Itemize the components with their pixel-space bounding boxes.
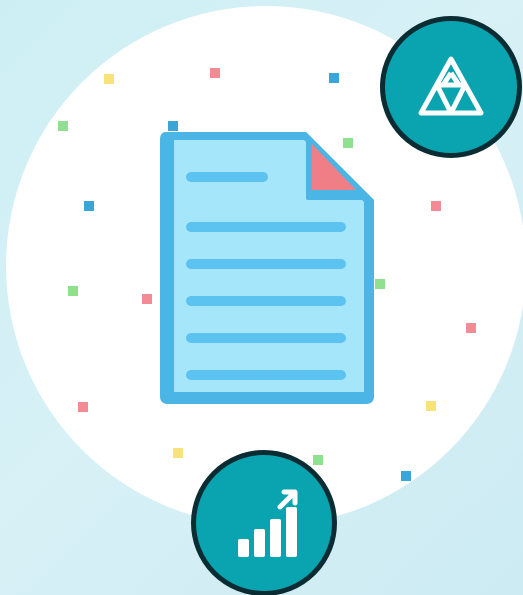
confetti-square [375,279,385,289]
triangle-icon [418,56,484,116]
illustration-stage [0,0,523,595]
triangle-badge [380,16,522,158]
document-icon [158,130,376,406]
confetti-square [431,201,441,211]
confetti-square [78,402,88,412]
confetti-square [84,201,94,211]
growth-badge [191,450,337,595]
confetti-square [426,401,436,411]
confetti-square [68,286,78,296]
confetti-square [401,471,411,481]
growth-chart-icon [238,489,298,557]
confetti-square [173,448,183,458]
confetti-square [142,294,152,304]
confetti-square [210,68,220,78]
confetti-square [329,73,339,83]
confetti-square [466,323,476,333]
confetti-square [58,121,68,131]
confetti-square [104,74,114,84]
